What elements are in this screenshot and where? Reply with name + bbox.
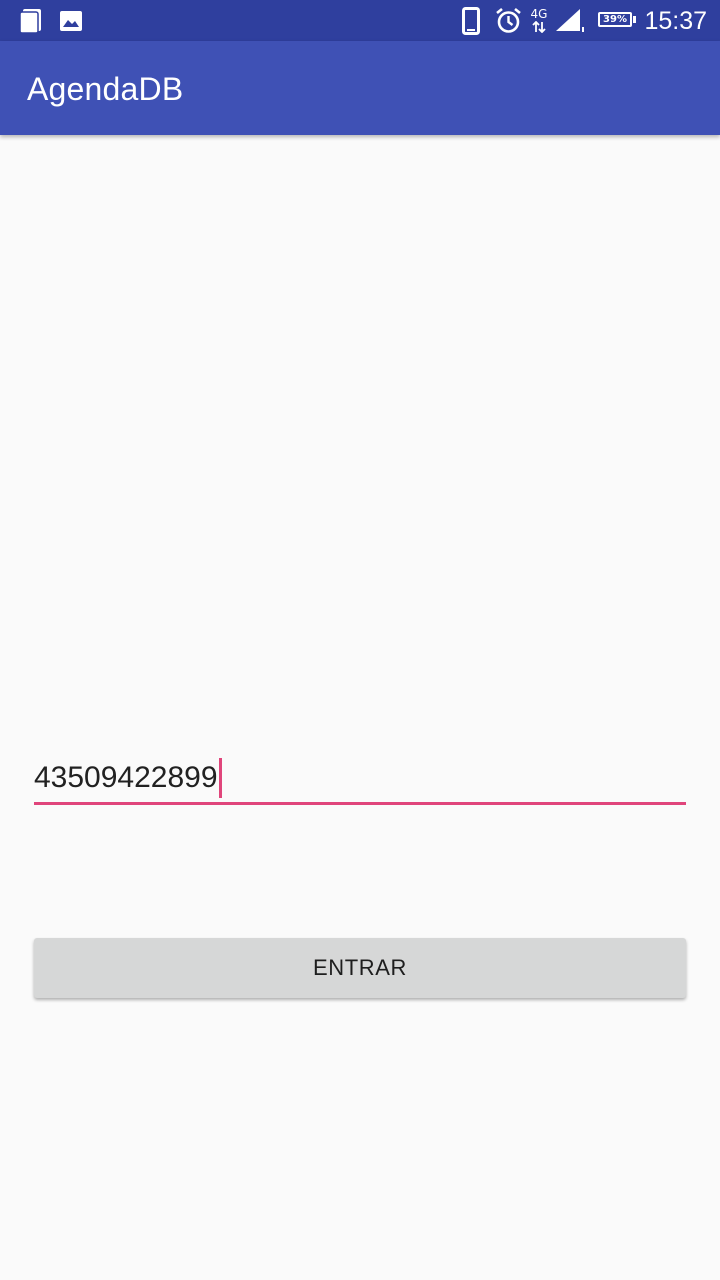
input-underline <box>34 802 686 805</box>
app-title: AgendaDB <box>27 71 184 107</box>
battery-nub <box>633 16 636 23</box>
network-4g-icon: 4G <box>528 0 550 41</box>
app-bar: AgendaDB <box>0 41 720 135</box>
battery-icon: 39% <box>598 12 632 27</box>
status-time: 15:37 <box>644 7 707 35</box>
status-bar: 4G 39% 15:37 <box>0 0 720 41</box>
signal-icon <box>553 0 587 41</box>
screen: 4G 39% 15:37 AgendaDB 43509422899 ENTRAR <box>0 0 720 1280</box>
enter-button[interactable]: ENTRAR <box>34 938 686 998</box>
network-label: 4G <box>530 7 548 21</box>
notes-icon <box>16 0 46 41</box>
phone-input-field[interactable]: 43509422899 <box>34 752 686 806</box>
phone-input-value: 43509422899 <box>34 761 218 794</box>
phone-icon <box>460 0 482 41</box>
image-icon <box>58 0 84 41</box>
alarm-icon <box>494 0 522 41</box>
text-caret <box>218 758 222 798</box>
battery-percent: 39% <box>603 14 627 25</box>
phone-input-text[interactable]: 43509422899 <box>34 758 222 798</box>
